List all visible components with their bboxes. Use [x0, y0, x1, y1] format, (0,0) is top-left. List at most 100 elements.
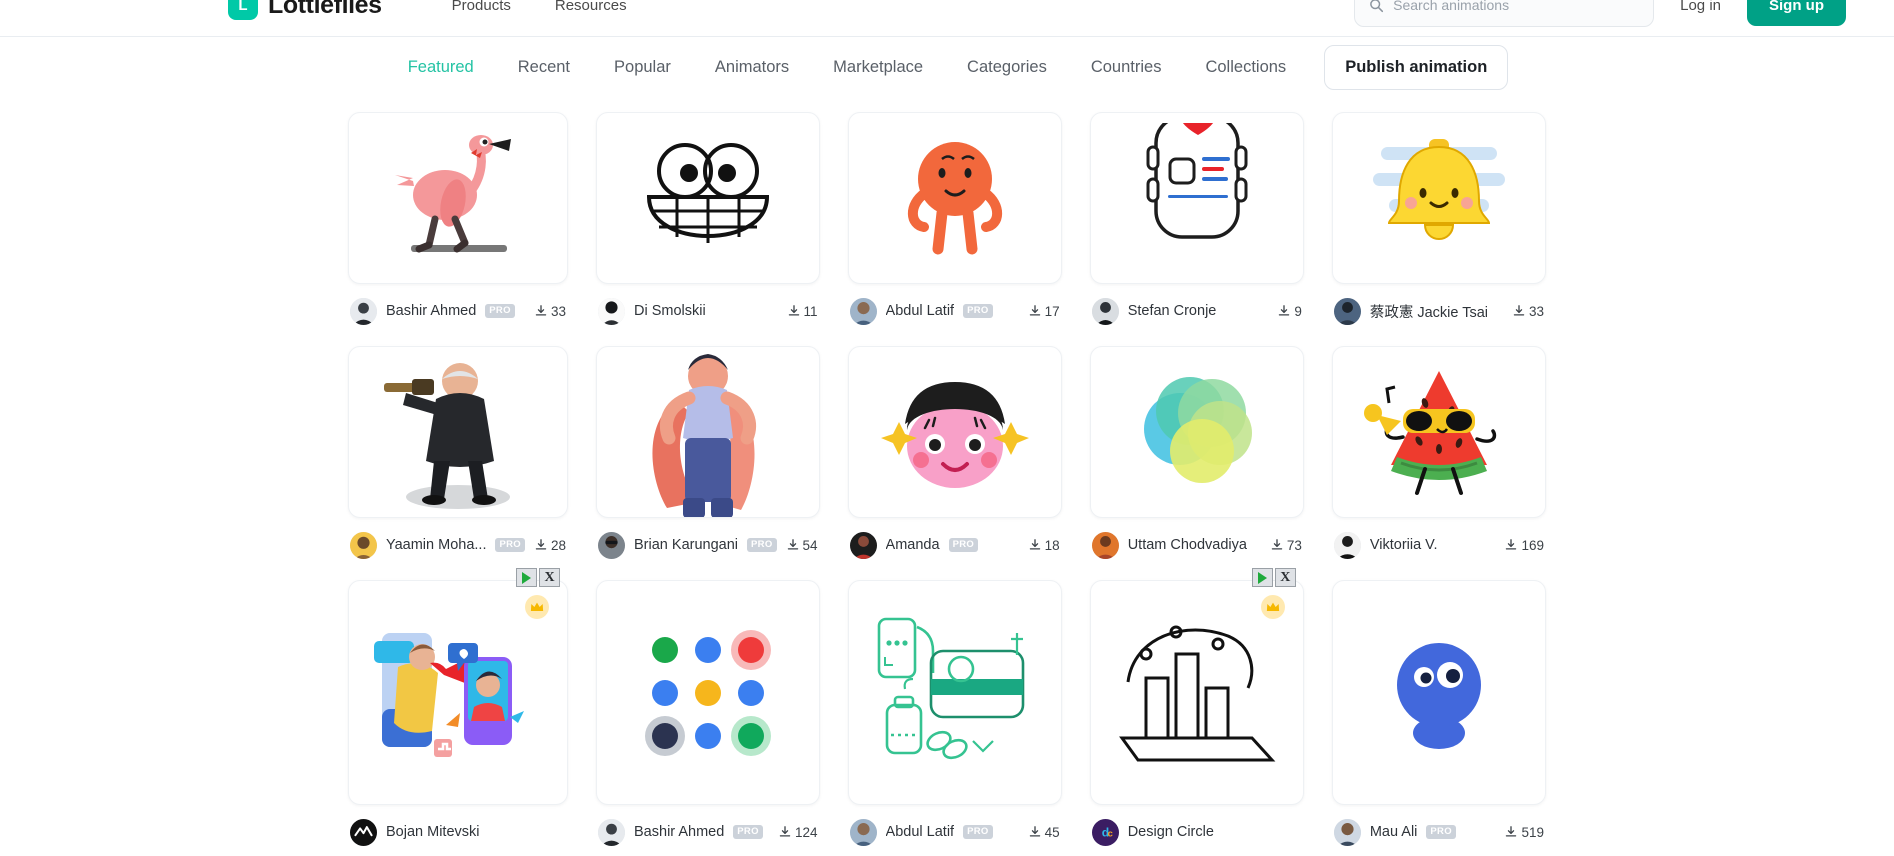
- play-placeholder-icon[interactable]: [516, 568, 538, 587]
- download-count-value: 169: [1521, 537, 1544, 553]
- avatar[interactable]: [1091, 297, 1119, 325]
- card-author-row: Di Smolskii 11: [596, 284, 820, 338]
- animation-thumbnail[interactable]: [1331, 580, 1546, 805]
- avatar[interactable]: [849, 818, 877, 846]
- play-placeholder-icon[interactable]: [1251, 568, 1273, 587]
- subnav-item-collections[interactable]: Collections: [1183, 59, 1308, 76]
- author-name[interactable]: Yaamin Moha...: [386, 537, 486, 553]
- close-placeholder-icon[interactable]: X: [539, 568, 561, 587]
- avatar[interactable]: [1333, 818, 1361, 846]
- premium-crown-badge: [1260, 595, 1285, 619]
- author-name[interactable]: Mau Ali: [1370, 824, 1418, 840]
- animation-thumbnail[interactable]: [847, 112, 1062, 284]
- subnav-item-categories[interactable]: Categories: [945, 59, 1069, 76]
- download-count-value: 33: [550, 303, 567, 319]
- animation-thumbnail[interactable]: [847, 580, 1062, 805]
- card-author-row: Uttam Chodvadiya 73: [1090, 518, 1304, 572]
- brand-name: Lottiefiles: [268, 0, 382, 19]
- author-name[interactable]: Bojan Mitevski: [386, 824, 479, 840]
- avatar[interactable]: [598, 818, 626, 846]
- animation-thumbnail[interactable]: [1089, 112, 1304, 284]
- download-count: 33: [534, 304, 566, 319]
- avatar[interactable]: [350, 531, 377, 559]
- avatar[interactable]: [350, 818, 377, 846]
- pro-badge: PRO: [733, 825, 763, 839]
- signup-button[interactable]: Sign up: [1747, 0, 1846, 26]
- subnav-item-recent[interactable]: Recent: [496, 59, 592, 76]
- avatar[interactable]: [1333, 531, 1361, 559]
- animation-card[interactable]: Yaamin Moha... PRO 28: [348, 346, 569, 572]
- animation-card[interactable]: Mau Ali PRO 519: [1331, 580, 1546, 856]
- animation-card[interactable]: Bashir Ahmed PRO 124: [596, 580, 820, 856]
- subnav-item-animators[interactable]: Animators: [693, 59, 811, 76]
- animation-card[interactable]: 蔡政憲 Jackie Tsai 33: [1331, 112, 1546, 338]
- animation-card[interactable]: Brian Karungani PRO 54: [596, 346, 820, 572]
- download-count: 45: [1028, 825, 1060, 840]
- premium-crown-badge: [525, 595, 550, 619]
- animation-thumbnail[interactable]: [1331, 346, 1546, 518]
- search-input[interactable]: Search animations: [1354, 0, 1655, 27]
- animation-card[interactable]: Stefan Cronje 9: [1089, 112, 1304, 338]
- animation-card[interactable]: Viktoriia V. 169: [1331, 346, 1546, 572]
- avatar[interactable]: dc: [1091, 818, 1119, 846]
- header-nav-products[interactable]: Products: [452, 0, 511, 14]
- author-name[interactable]: Stefan Cronje: [1128, 303, 1217, 319]
- author-name[interactable]: 蔡政憲 Jackie Tsai: [1370, 301, 1488, 322]
- download-count-value: 45: [1044, 824, 1060, 840]
- animation-thumbnail[interactable]: [348, 580, 569, 805]
- subnav-item-countries[interactable]: Countries: [1069, 59, 1184, 76]
- author-name[interactable]: Di Smolskii: [634, 303, 706, 319]
- avatar[interactable]: [1091, 531, 1119, 559]
- subnav-item-featured[interactable]: Featured: [386, 59, 496, 76]
- author-name[interactable]: Bashir Ahmed: [634, 824, 724, 840]
- animation-card[interactable]: Abdul Latif PRO 45: [847, 580, 1062, 856]
- author-name[interactable]: Amanda: [886, 537, 940, 553]
- artwork-superhero: [633, 347, 783, 517]
- animation-thumbnail[interactable]: [1089, 346, 1304, 518]
- subnav-item-marketplace[interactable]: Marketplace: [811, 59, 945, 76]
- animation-thumbnail[interactable]: [1331, 112, 1546, 284]
- category-subnav: Featured Recent Popular Animators Marketplac…: [0, 36, 1894, 98]
- artwork-bell: [1359, 131, 1519, 266]
- subnav-item-popular[interactable]: Popular: [592, 59, 693, 76]
- animation-thumbnail[interactable]: [1089, 580, 1304, 805]
- author-name[interactable]: Viktoriia V.: [1370, 537, 1438, 553]
- author-name[interactable]: Brian Karungani: [634, 537, 738, 553]
- animation-card[interactable]: Bashir Ahmed PRO 33: [348, 112, 569, 338]
- animation-card[interactable]: Abdul Latif PRO 17: [847, 112, 1062, 338]
- publish-animation-button[interactable]: Publish animation: [1324, 45, 1509, 90]
- pro-badge: PRO: [747, 538, 777, 552]
- avatar[interactable]: [849, 297, 877, 325]
- author-name[interactable]: Bashir Ahmed: [386, 303, 476, 319]
- animation-thumbnail[interactable]: [596, 112, 820, 284]
- animation-card[interactable]: X dc Design Circle: [1089, 568, 1304, 856]
- author-name[interactable]: Abdul Latif: [886, 824, 955, 840]
- download-icon: [1279, 305, 1290, 316]
- login-link[interactable]: Log in: [1680, 0, 1721, 14]
- animation-thumbnail[interactable]: [348, 346, 569, 518]
- brand-logo[interactable]: L Lottiefiles: [228, 0, 382, 20]
- download-count-value: 28: [550, 537, 567, 553]
- author-name[interactable]: Uttam Chodvadiya: [1128, 537, 1247, 553]
- artwork-medical: [865, 613, 1045, 773]
- animation-card[interactable]: Di Smolskii 11: [596, 112, 820, 338]
- avatar[interactable]: [598, 531, 626, 559]
- avatar[interactable]: [849, 531, 877, 559]
- animation-card[interactable]: Amanda PRO 18: [847, 346, 1062, 572]
- animation-card[interactable]: X Bojan Mitevski: [348, 568, 569, 856]
- avatar[interactable]: [598, 297, 626, 325]
- card-author-row: dc Design Circle: [1090, 805, 1304, 856]
- animation-thumbnail[interactable]: [847, 346, 1062, 518]
- animation-thumbnail[interactable]: [348, 112, 569, 284]
- author-name[interactable]: Abdul Latif: [886, 303, 955, 319]
- close-placeholder-icon[interactable]: X: [1274, 568, 1296, 587]
- svg-text:c: c: [1107, 828, 1112, 839]
- pro-badge: PRO: [963, 825, 993, 839]
- animation-thumbnail[interactable]: [596, 346, 820, 518]
- author-name[interactable]: Design Circle: [1128, 824, 1214, 840]
- animation-thumbnail[interactable]: [596, 580, 820, 805]
- animation-card[interactable]: Uttam Chodvadiya 73: [1089, 346, 1304, 572]
- header-nav-resources[interactable]: Resources: [555, 0, 627, 14]
- avatar[interactable]: [1333, 297, 1361, 325]
- avatar[interactable]: [350, 297, 377, 325]
